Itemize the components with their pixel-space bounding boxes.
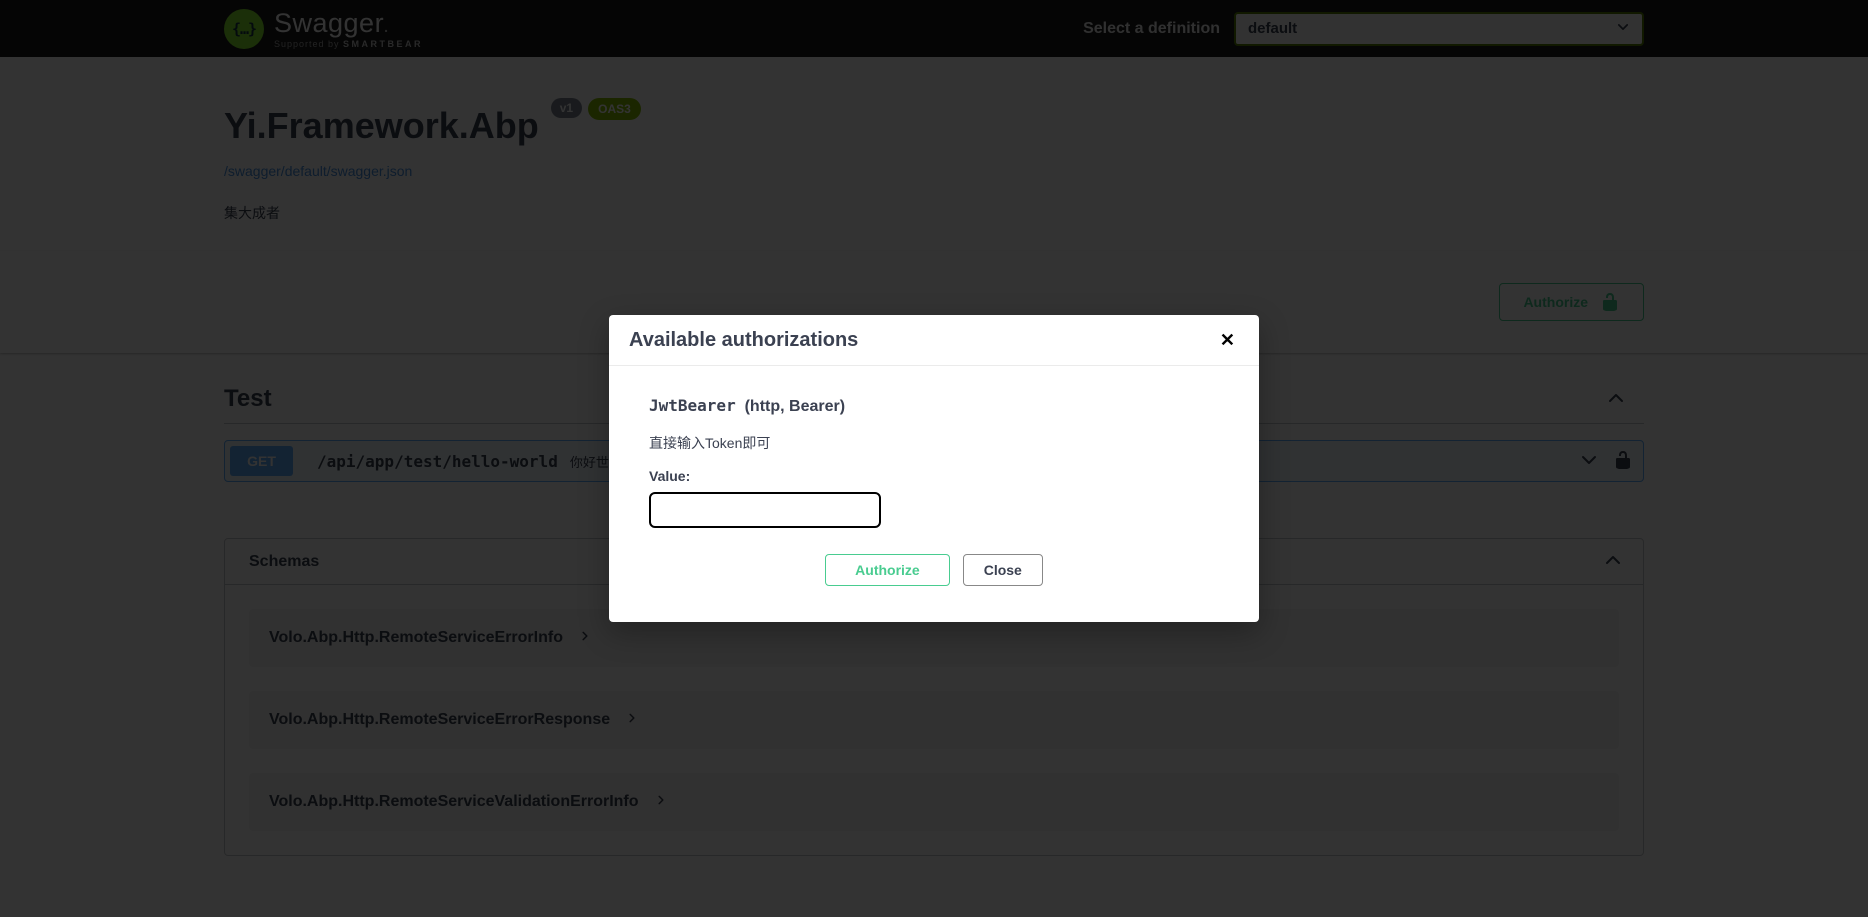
close-icon[interactable]: ✕ — [1216, 327, 1239, 353]
modal-title: Available authorizations — [629, 329, 858, 352]
auth-scheme-heading: JwtBearer (http, Bearer) — [649, 396, 1219, 416]
auth-description: 直接输入Token即可 — [649, 433, 1219, 453]
token-value-input[interactable] — [649, 492, 881, 528]
modal-close-button[interactable]: Close — [963, 554, 1043, 586]
auth-scheme-type: (http, Bearer) — [745, 398, 845, 415]
auth-scheme-name: JwtBearer — [649, 396, 736, 415]
value-label: Value: — [649, 468, 1219, 484]
authorizations-modal: Available authorizations ✕ JwtBearer (ht… — [609, 315, 1259, 622]
modal-authorize-button[interactable]: Authorize — [825, 554, 950, 586]
modal-body: JwtBearer (http, Bearer) 直接输入Token即可 Val… — [609, 366, 1259, 622]
modal-header: Available authorizations ✕ — [609, 315, 1259, 366]
